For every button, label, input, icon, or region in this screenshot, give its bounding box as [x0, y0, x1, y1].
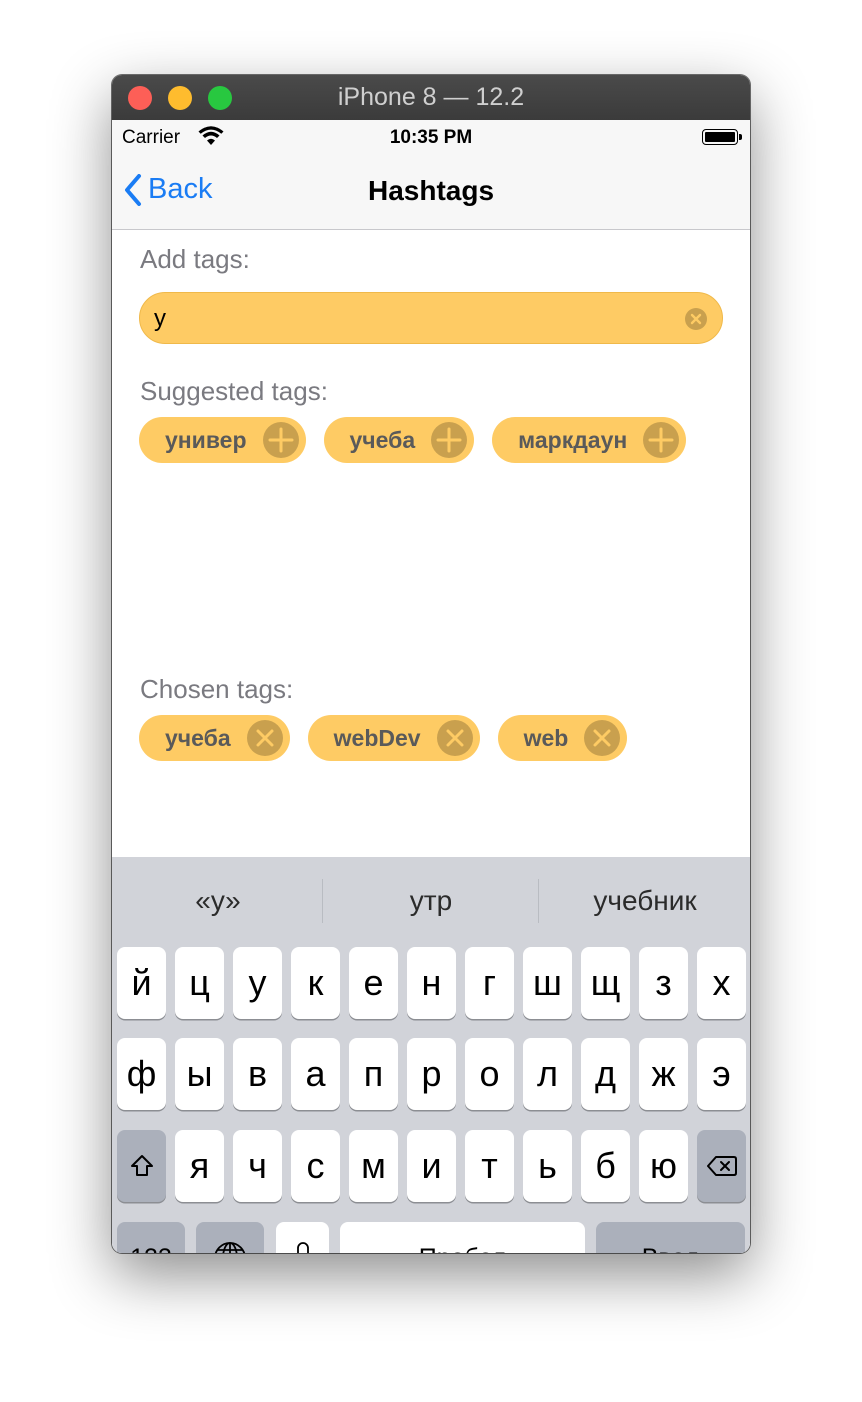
- key[interactable]: д: [581, 1038, 630, 1110]
- microphone-key[interactable]: [276, 1222, 329, 1253]
- key[interactable]: е: [349, 947, 398, 1019]
- suggestion-divider: [322, 879, 323, 923]
- suggested-tags-label: Suggested tags:: [140, 376, 328, 406]
- key[interactable]: ф: [117, 1038, 166, 1110]
- add-tags-label: Add tags:: [140, 244, 250, 274]
- remove-tag-icon[interactable]: [584, 720, 621, 756]
- key[interactable]: ш: [523, 947, 572, 1019]
- clear-icon[interactable]: [684, 307, 708, 331]
- tag-label: маркдаун: [518, 426, 628, 453]
- key[interactable]: ж: [639, 1038, 688, 1110]
- tag-label: учеба: [349, 426, 416, 453]
- chosen-tag-chip[interactable]: webDev: [307, 715, 480, 761]
- key[interactable]: ч: [233, 1130, 282, 1202]
- device-screen: Carrier 10:35 PM Back Hashtags Add tags:: [112, 120, 750, 1253]
- globe-icon: [214, 1242, 246, 1253]
- delete-key[interactable]: [697, 1130, 746, 1202]
- status-time: 10:35 PM: [389, 127, 473, 148]
- key[interactable]: о: [465, 1038, 514, 1110]
- suggested-tag-chip[interactable]: универ: [139, 417, 306, 463]
- tag-input[interactable]: [152, 299, 676, 339]
- key[interactable]: м: [349, 1130, 398, 1202]
- key[interactable]: т: [465, 1130, 514, 1202]
- remove-tag-icon[interactable]: [246, 720, 283, 756]
- microphone-icon: [296, 1242, 309, 1253]
- key[interactable]: ы: [175, 1038, 224, 1110]
- key[interactable]: э: [697, 1038, 746, 1110]
- tag-label: web: [523, 724, 569, 751]
- remove-tag-icon[interactable]: [436, 720, 473, 756]
- shift-key[interactable]: [117, 1130, 166, 1202]
- key[interactable]: с: [291, 1130, 340, 1202]
- predictive-bar: «у» утр учебник: [112, 857, 750, 945]
- key[interactable]: п: [349, 1038, 398, 1110]
- chosen-tags-label: Chosen tags:: [140, 674, 294, 704]
- chosen-tag-chip[interactable]: учеба: [139, 715, 290, 761]
- key[interactable]: ю: [639, 1130, 688, 1202]
- window-titlebar: iPhone 8 — 12.2: [112, 75, 750, 121]
- key[interactable]: з: [639, 947, 688, 1019]
- add-tag-icon[interactable]: [643, 422, 680, 458]
- key[interactable]: и: [407, 1130, 456, 1202]
- key[interactable]: й: [117, 947, 166, 1019]
- battery-icon: [702, 129, 742, 145]
- tag-label: webDev: [333, 724, 421, 751]
- key[interactable]: г: [465, 947, 514, 1019]
- suggestion-item[interactable]: учебник: [539, 885, 750, 917]
- page-title: Hashtags: [367, 175, 495, 206]
- key[interactable]: к: [291, 947, 340, 1019]
- key[interactable]: у: [233, 947, 282, 1019]
- suggestion-item[interactable]: «у»: [112, 885, 324, 917]
- simulator-window: iPhone 8 — 12.2 Carrier 10:35 PM Back Ha…: [112, 75, 750, 1253]
- numbers-key[interactable]: 123: [117, 1222, 185, 1253]
- keyboard: «у» утр учебник й ц у к е н г ш щ з х ф …: [112, 857, 750, 1253]
- shift-icon: [130, 1155, 153, 1176]
- delete-icon: [706, 1156, 737, 1176]
- chosen-tags-list: учеба webDev web: [139, 715, 645, 761]
- key[interactable]: х: [697, 947, 746, 1019]
- suggested-tags-list: универ учеба маркдаун: [139, 417, 704, 463]
- suggested-tag-chip[interactable]: маркдаун: [492, 417, 687, 463]
- key[interactable]: ь: [523, 1130, 572, 1202]
- tag-label: учеба: [165, 724, 231, 751]
- key[interactable]: щ: [581, 947, 630, 1019]
- suggested-tag-chip[interactable]: учеба: [323, 417, 475, 463]
- chosen-tag-chip[interactable]: web: [497, 715, 628, 761]
- key[interactable]: ц: [175, 947, 224, 1019]
- add-tag-icon[interactable]: [431, 422, 468, 458]
- suggestion-item[interactable]: утр: [325, 885, 537, 917]
- space-key[interactable]: Пробел: [340, 1222, 585, 1253]
- status-bar: Carrier 10:35 PM: [112, 120, 750, 155]
- key[interactable]: а: [291, 1038, 340, 1110]
- add-tag-icon[interactable]: [262, 422, 299, 458]
- globe-key[interactable]: [196, 1222, 264, 1253]
- navigation-bar: Back Hashtags: [112, 155, 750, 230]
- key[interactable]: р: [407, 1038, 456, 1110]
- window-title: iPhone 8 — 12.2: [337, 83, 525, 111]
- key[interactable]: н: [407, 947, 456, 1019]
- tag-search-field[interactable]: [139, 292, 723, 344]
- key[interactable]: б: [581, 1130, 630, 1202]
- key[interactable]: в: [233, 1038, 282, 1110]
- key[interactable]: я: [175, 1130, 224, 1202]
- tag-label: универ: [165, 426, 247, 453]
- key[interactable]: л: [523, 1038, 572, 1110]
- return-key[interactable]: Ввод: [596, 1222, 745, 1253]
